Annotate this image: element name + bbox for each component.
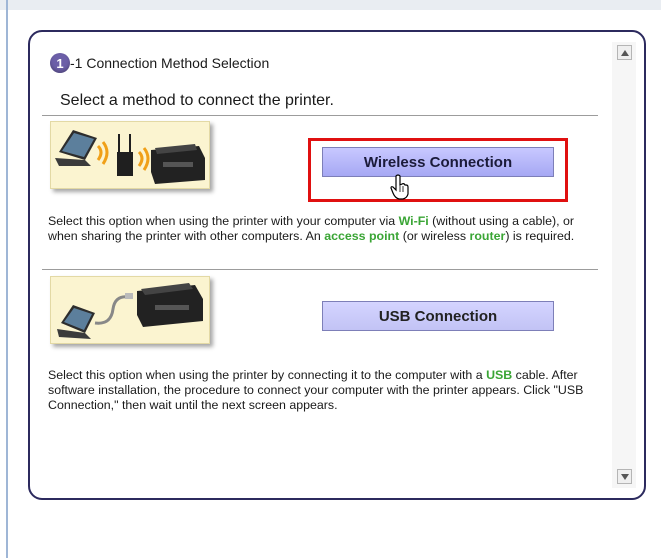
panel-content: 1 -1 Connection Method Selection Select … <box>42 34 600 494</box>
left-edge-line <box>6 0 8 558</box>
scroll-down-button[interactable] <box>617 469 632 484</box>
top-strip <box>0 0 661 10</box>
scroll-up-arrow-icon <box>620 49 629 56</box>
vertical-scrollbar[interactable] <box>612 42 636 488</box>
page-title-text: -1 Connection Method Selection <box>70 55 270 71</box>
hand-cursor-icon <box>390 174 409 200</box>
scroll-down-arrow-icon <box>620 473 629 480</box>
wireless-description: Select this option when using the printe… <box>48 214 575 243</box>
usb-illustration <box>50 276 210 344</box>
wireless-illustration <box>50 121 210 189</box>
instruction-subtitle: Select a method to connect the printer. <box>60 92 334 109</box>
divider-top <box>42 115 598 116</box>
usb-description: Select this option when using the printe… <box>48 368 584 412</box>
page-title: 1 -1 Connection Method Selection <box>50 53 269 73</box>
divider-middle <box>42 269 598 270</box>
usb-connection-button[interactable]: USB Connection <box>322 301 554 331</box>
step-number-badge: 1 <box>50 53 70 73</box>
wireless-connection-button[interactable]: Wireless Connection <box>322 147 554 177</box>
scroll-up-button[interactable] <box>617 45 632 60</box>
